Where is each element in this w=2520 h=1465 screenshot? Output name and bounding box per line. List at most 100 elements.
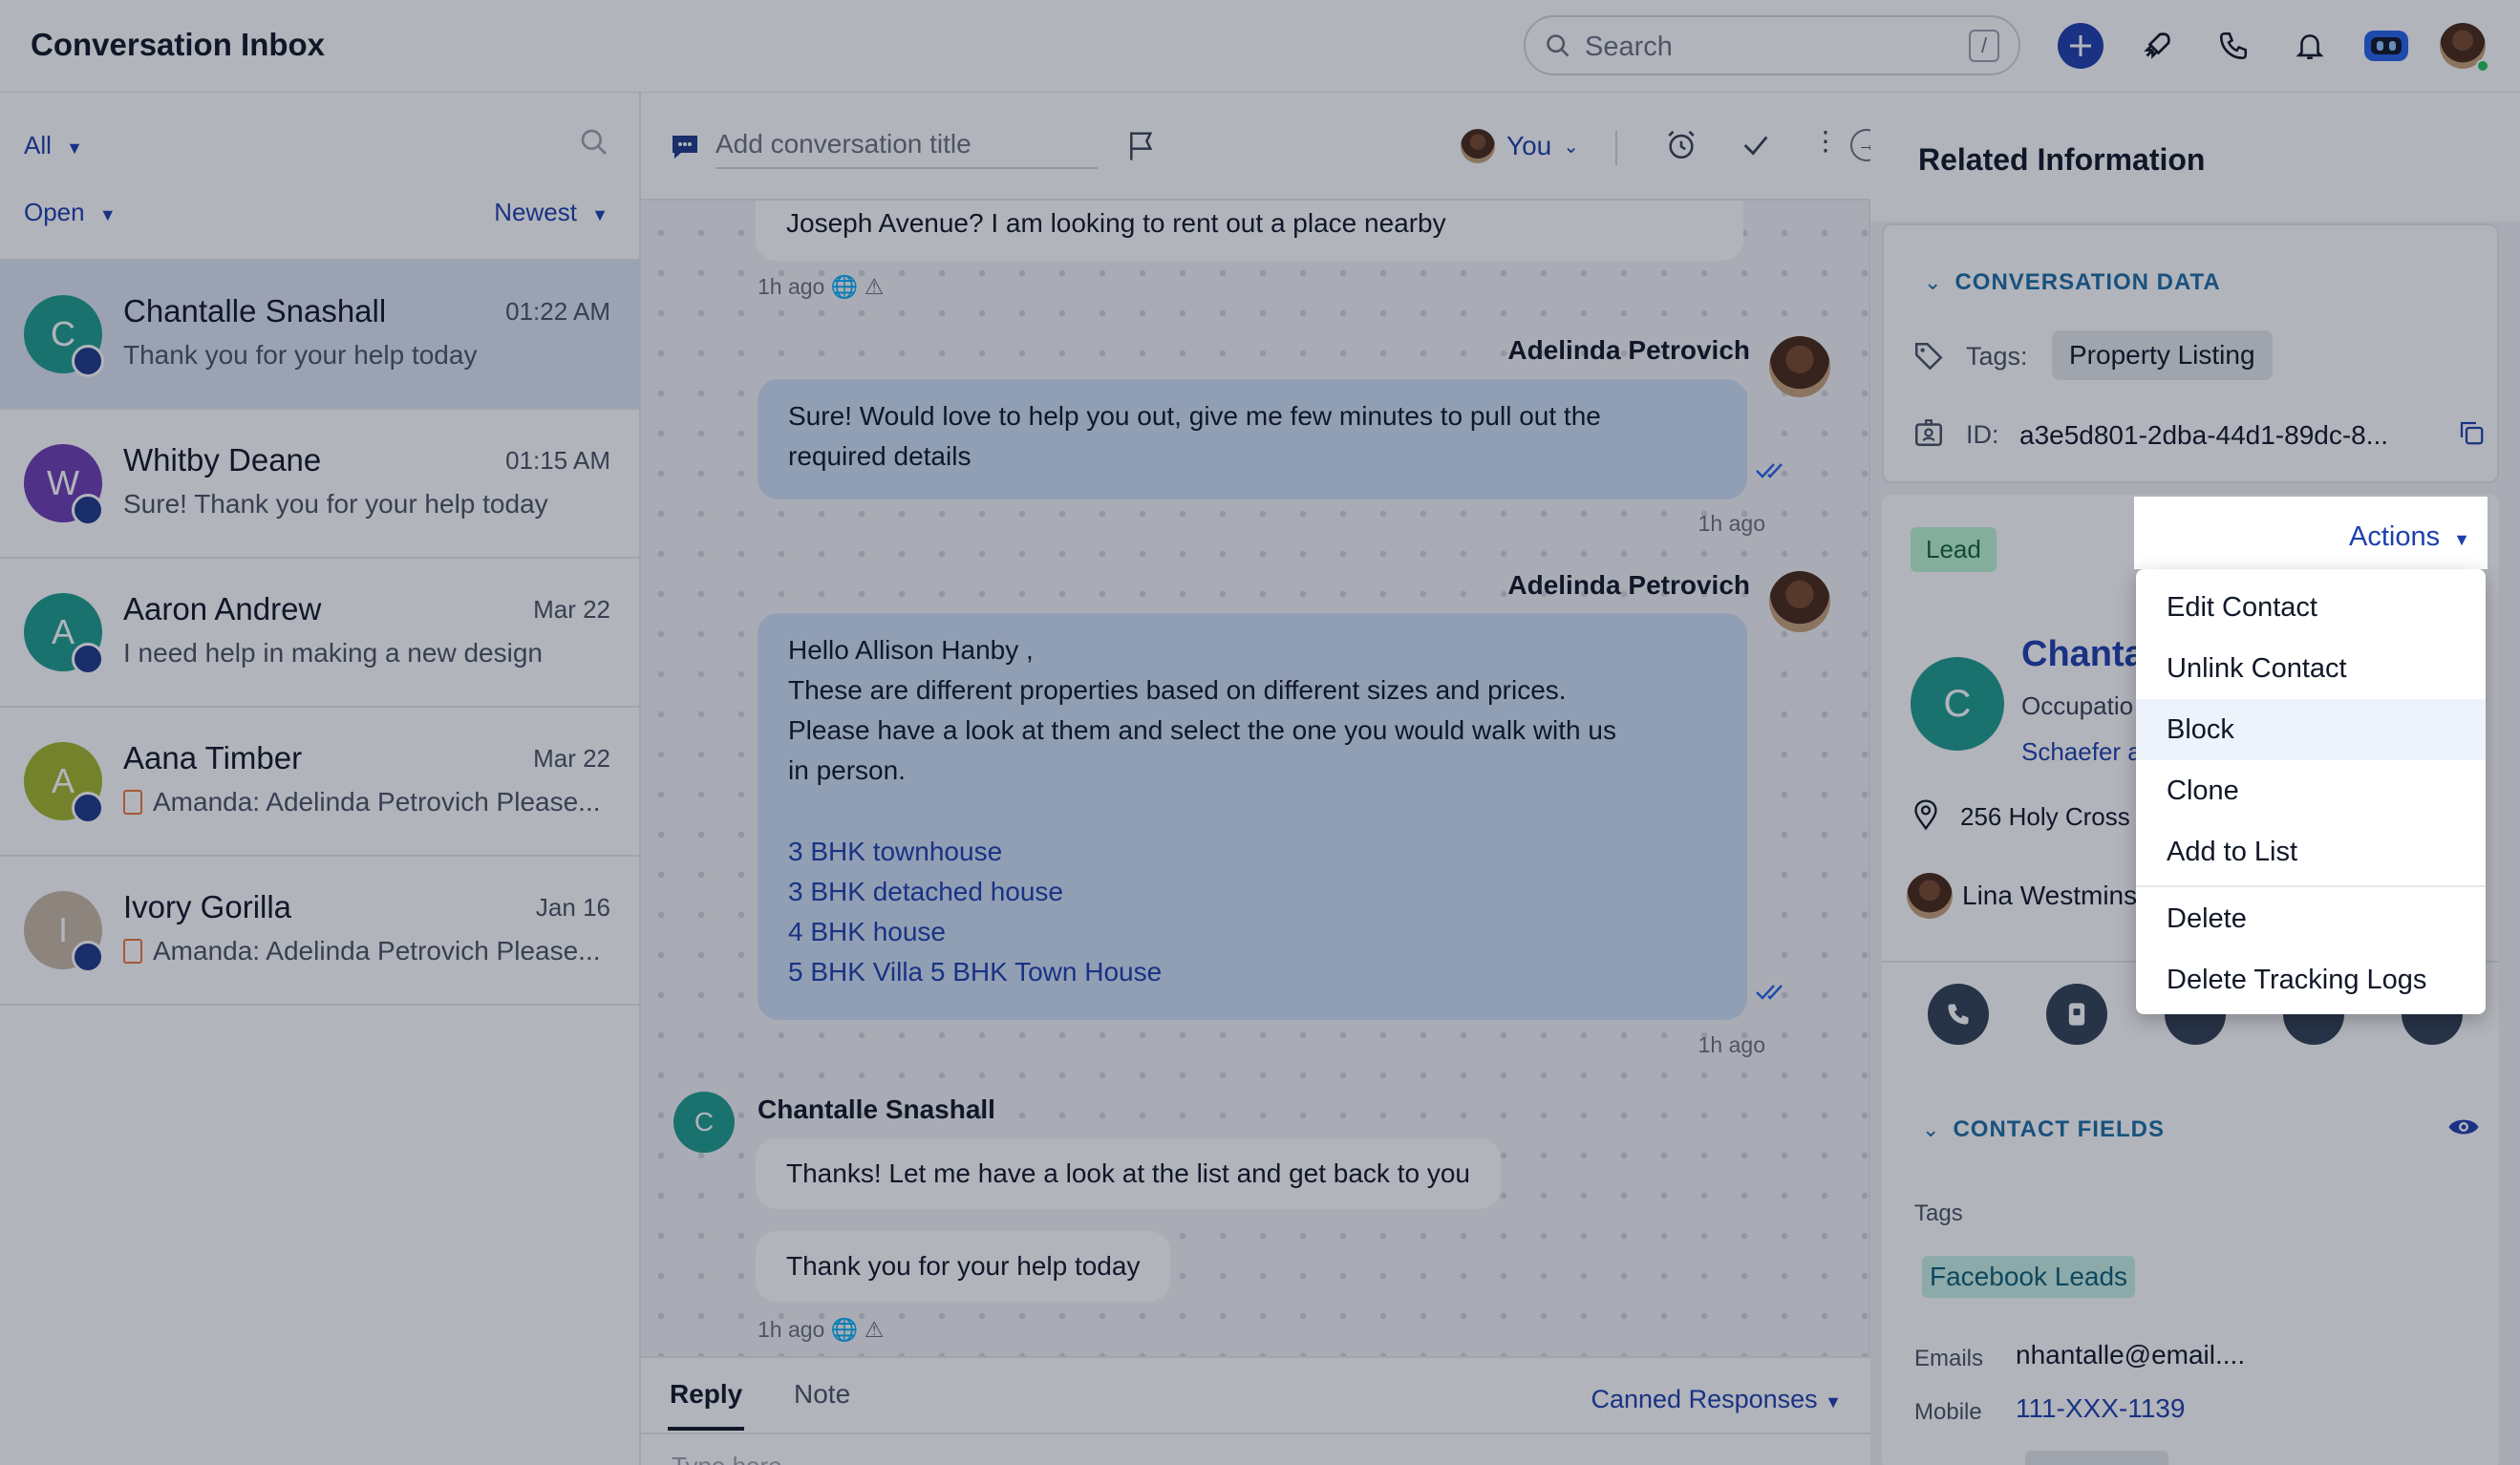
chat-channel-icon [72,941,104,973]
menu-item-add-to-list[interactable]: Add to List [2136,821,2486,882]
caret-down-icon: ▼ [2453,530,2470,549]
message-meta: 1h ago 🌐 ⚠ [758,274,884,300]
contact-address: 256 Holy Cross [1960,802,2130,831]
add-button[interactable] [2056,21,2105,71]
message-sender: Adelinda Petrovich [1507,570,1750,600]
message-sender: Adelinda Petrovich [1507,335,1750,365]
chat-channel-icon [72,792,104,824]
message-bubble: Thanks! Let me have a look at the list a… [756,1138,1501,1209]
conversation-data-toggle[interactable]: ⌄ CONVERSATION DATA [1924,269,2221,296]
menu-divider [2136,885,2486,887]
mobile-value[interactable]: 111-XXX-1139 [2016,1393,2185,1424]
canned-responses-dropdown[interactable]: Canned Responses ▼ [1591,1385,1842,1414]
conversation-item[interactable]: C Chantalle Snashall 01:22 AM Thank you for… [0,261,641,410]
message-time: 1h ago [758,1317,825,1342]
contact-owner: Lina Westmins [1962,881,2138,910]
sort-dropdown[interactable]: Newest ▼ [494,198,609,227]
rocket-button[interactable] [2132,21,2182,71]
conversation-toolbar: Add conversation title You ⌄ ⋮ → [641,93,1883,201]
snooze-clock-icon[interactable] [1665,129,1698,161]
phone-icon [2219,32,2248,60]
conversation-item[interactable]: A Aaron Andrew Mar 22 I need help in making… [0,559,641,708]
conversation-time: 01:15 AM [505,446,610,475]
id-label: ID: [1966,420,1999,449]
actions-menu: Edit Contact Unlink Contact Block Clone … [2136,569,2486,1014]
page-title: Conversation Inbox [31,27,326,62]
property-link[interactable]: 3 BHK detached house [788,872,1717,912]
contact-occupation: Occupatio [2021,691,2134,720]
message-time: 1h ago [1698,511,1765,536]
eye-icon[interactable] [2447,1115,2480,1139]
contact-fields-toggle[interactable]: ⌄ CONTACT FIELDS [1922,1116,2165,1143]
menu-item-block[interactable]: Block [2136,699,2486,760]
message-bubble: Hello Allison Hanby , These are differen… [758,613,1747,1020]
conversation-item[interactable]: I Ivory Gorilla Jan 16 Amanda: Adelinda Pet… [0,857,641,1006]
property-link[interactable]: 3 BHK townhouse [788,832,1717,872]
conversation-item[interactable]: W Whitby Deane 01:15 AM Sure! Thank you for… [0,410,641,559]
search-icon[interactable] [579,127,609,158]
mobile-label: Mobile [1914,1399,1982,1425]
lead-badge: Lead [1911,527,1997,572]
sms-button[interactable] [2046,984,2107,1045]
menu-item-edit-contact[interactable]: Edit Contact [2136,577,2486,638]
menu-item-clone[interactable]: Clone [2136,760,2486,821]
call-button[interactable] [1928,984,1989,1045]
conversation-title-input[interactable]: Add conversation title [715,129,1098,169]
top-header: Conversation Inbox Search / [0,0,2520,93]
resolve-check-icon[interactable] [1740,129,1772,161]
message-preview: Thank you for your help today [123,340,478,370]
filter-all-dropdown[interactable]: All ▼ [24,131,83,160]
status-filter-dropdown[interactable]: Open ▼ [24,198,117,227]
actions-button[interactable]: Actions ▼ [2349,521,2470,553]
message-preview: Amanda: Adelinda Petrovich Please... [153,787,601,817]
filter-all-label: All [24,131,52,159]
assignee-dropdown[interactable]: You ⌄ [1461,129,1579,163]
chat-channel-icon [72,494,104,526]
contact-company[interactable]: Schaefer a [2021,737,2142,767]
search-icon [1547,34,1570,57]
divider [641,1433,1870,1434]
tab-reply[interactable]: Reply [670,1379,742,1410]
conversation-item[interactable]: A Aana Timber Mar 22 Amanda: Adelinda Petro… [0,708,641,857]
flag-icon[interactable] [1126,129,1157,163]
message-icon [2068,1003,2085,1026]
contact-avatar: C [1911,657,2004,751]
rocket-icon [2144,32,2170,59]
search-shortcut-hint: / [1969,30,1999,62]
phone-button[interactable] [2209,21,2258,71]
message-input-placeholder[interactable]: Type here [672,1452,782,1465]
bot-icon [2364,31,2408,61]
status-filter-label: Open [24,198,85,226]
notifications-button[interactable] [2285,21,2335,71]
active-tab-indicator [668,1427,744,1431]
conversation-id: a3e5d801-2dba-44d1-89dc-8... [2019,420,2389,450]
menu-item-delete[interactable]: Delete [2136,888,2486,949]
tab-note[interactable]: Note [794,1379,850,1410]
warning-icon: ⚠ [864,274,885,299]
caret-down-icon: ▼ [591,205,609,224]
tag-chip: Facebook Leads [1922,1256,2136,1298]
conversation-data-card: ⌄ CONVERSATION DATA Tags: Property Listi… [1882,223,2499,483]
message-line: Hello Allison Hanby , [788,635,1034,665]
menu-item-unlink-contact[interactable]: Unlink Contact [2136,638,2486,699]
more-options-icon[interactable]: ⋮ [1812,125,1839,157]
ai-assistant-button[interactable] [2361,21,2411,71]
owner-avatar [1907,873,1953,919]
title-placeholder: Add conversation title [715,129,972,159]
property-link[interactable]: 4 BHK house [788,912,1717,952]
chat-icon [673,136,697,159]
search-input[interactable]: Search / [1524,15,2020,75]
contact-name: Aana Timber [123,740,303,775]
caret-down-icon: ▼ [66,138,83,158]
contact-name[interactable]: Chanta [2021,634,2145,675]
conversation-list-panel: All ▼ Open ▼ Newest ▼ C Chantalle Snashal… [0,93,641,1465]
conversation-time: 01:22 AM [505,297,610,326]
double-check-icon [1756,985,1783,1000]
message-sender: Chantalle Snashall [758,1094,995,1124]
menu-item-delete-tracking-logs[interactable]: Delete Tracking Logs [2136,949,2486,1010]
conversation-time: Mar 22 [533,595,610,624]
user-avatar[interactable] [2438,21,2489,73]
property-link[interactable]: 5 BHK Villa 5 BHK Town House [788,952,1717,992]
copy-icon[interactable] [2457,418,2486,447]
contact-name: Aaron Andrew [123,591,322,626]
